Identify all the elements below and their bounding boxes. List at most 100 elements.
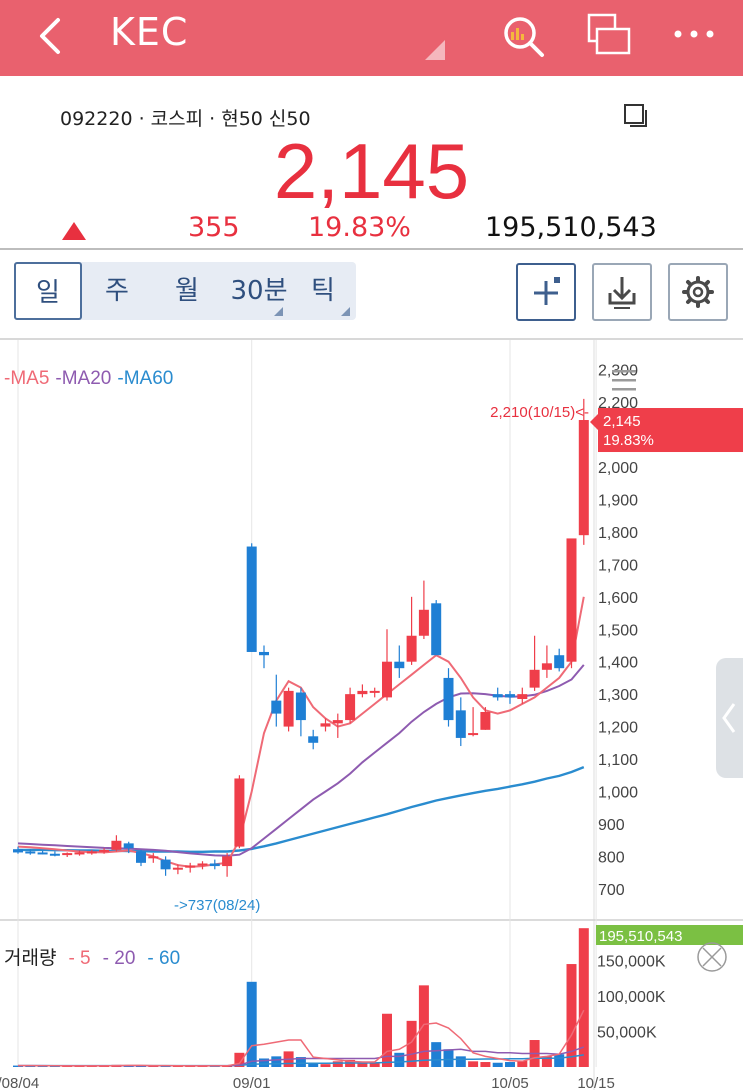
high-annotation: 2,210(10/15)<- bbox=[490, 404, 589, 421]
download-button[interactable] bbox=[592, 263, 652, 321]
current-price: 2,145 bbox=[273, 127, 470, 215]
volume-bar bbox=[369, 1063, 380, 1067]
gear-icon bbox=[682, 276, 714, 308]
chart-area[interactable]: 700 800 900 1,000 1,100 1,200 1,300 1,400 1,500 1… bbox=[0, 338, 743, 1090]
candle-body bbox=[406, 635, 417, 662]
candle-body bbox=[480, 711, 491, 730]
candle-body bbox=[431, 603, 442, 656]
y-tick-label: 1,400 bbox=[598, 655, 638, 672]
more-dots-icon[interactable] bbox=[672, 24, 716, 44]
candle-body bbox=[505, 694, 515, 698]
y-tick-label: 1,500 bbox=[598, 622, 638, 639]
legend-ma5: -MA5 bbox=[4, 368, 49, 389]
candle-body bbox=[320, 723, 331, 727]
candle-body bbox=[357, 690, 368, 695]
candle-body bbox=[172, 867, 183, 870]
dropdown-corner-icon bbox=[274, 307, 283, 316]
ma-legend: -MA5 -MA20 -MA60 bbox=[4, 368, 173, 389]
volume-legend-v20: - 20 bbox=[103, 948, 136, 969]
candle-body bbox=[295, 692, 306, 721]
volume-bar bbox=[308, 1063, 319, 1067]
volume-bar bbox=[246, 981, 257, 1067]
volume-bar bbox=[320, 1064, 331, 1067]
y-tick-label: 1,700 bbox=[598, 557, 638, 574]
y-tick-label: 1,800 bbox=[598, 525, 638, 542]
tab-weekly[interactable]: 주 bbox=[86, 262, 148, 320]
stock-chart[interactable]: 700 800 900 1,000 1,100 1,200 1,300 1,400 1,500 1… bbox=[0, 340, 743, 1090]
low-annotation: ->737(08/24) bbox=[174, 897, 260, 914]
candle-body bbox=[394, 661, 405, 669]
candle-body bbox=[209, 863, 220, 867]
volume-tick-label: 100,000K bbox=[597, 989, 666, 1006]
candle-body bbox=[148, 856, 159, 859]
tab-30min[interactable]: 30분 bbox=[220, 262, 298, 320]
candle-body bbox=[468, 733, 479, 736]
y-tick-label: 800 bbox=[598, 849, 625, 866]
candle-body bbox=[185, 865, 196, 868]
y-tick-label: 1,000 bbox=[598, 784, 638, 801]
volume-bar bbox=[382, 1013, 392, 1067]
menu-icon bbox=[612, 388, 636, 391]
divider bbox=[0, 248, 743, 250]
menu-icon bbox=[612, 379, 636, 382]
current-volume-label: 195,510,543 bbox=[599, 928, 682, 945]
volume-bar bbox=[505, 1062, 515, 1067]
volume-legend-v60: - 60 bbox=[147, 948, 180, 969]
candle-body bbox=[455, 710, 466, 738]
volume-bar bbox=[443, 1049, 454, 1067]
volume-bar bbox=[271, 1056, 282, 1067]
candle-body bbox=[136, 851, 146, 863]
volume-tick-label: 150,000K bbox=[597, 954, 666, 971]
candle-body bbox=[123, 843, 134, 849]
windows-icon[interactable] bbox=[584, 12, 634, 62]
candle-body bbox=[578, 420, 589, 536]
candle-body bbox=[566, 538, 577, 662]
stock-selector-corner-icon[interactable] bbox=[425, 40, 445, 60]
candle-body bbox=[62, 853, 73, 856]
candle-body bbox=[517, 694, 528, 700]
stock-name[interactable]: KEC bbox=[110, 10, 188, 54]
volume-bar bbox=[554, 1054, 565, 1067]
trading-volume: 195,510,543 bbox=[485, 212, 657, 243]
volume-legend-title: 거래량 bbox=[4, 947, 56, 969]
crosshair-button[interactable] bbox=[516, 263, 576, 321]
candle-body bbox=[345, 694, 356, 721]
search-icon[interactable] bbox=[498, 12, 548, 62]
current-pct-label: 19.83% bbox=[603, 432, 654, 449]
volume-bar bbox=[492, 1062, 503, 1067]
candle-body bbox=[13, 849, 23, 853]
candle-body bbox=[111, 840, 122, 850]
settings-button[interactable] bbox=[668, 263, 728, 321]
tab-monthly[interactable]: 월 bbox=[156, 262, 218, 320]
download-icon bbox=[608, 277, 636, 309]
y-tick-label: 1,200 bbox=[598, 720, 638, 737]
y-tick-label: 900 bbox=[598, 817, 625, 834]
y-tick-label: 700 bbox=[598, 882, 625, 899]
candle-body bbox=[369, 690, 380, 693]
candle-body bbox=[554, 655, 565, 669]
candle-body bbox=[160, 859, 171, 870]
volume-bar bbox=[332, 1061, 343, 1067]
up-triangle-icon bbox=[62, 222, 86, 240]
chevron-left-icon[interactable] bbox=[34, 16, 74, 56]
legend-ma20: -MA20 bbox=[55, 368, 111, 389]
candle-body bbox=[332, 720, 343, 724]
candle-body bbox=[197, 863, 208, 866]
side-panel-handle[interactable] bbox=[716, 658, 743, 778]
menu-icon bbox=[612, 370, 636, 373]
volume-bar bbox=[418, 985, 429, 1067]
candle-body bbox=[283, 690, 294, 727]
chevron-left-icon bbox=[722, 703, 736, 733]
volume-bar bbox=[394, 1052, 405, 1067]
y-tick-label: 1,300 bbox=[598, 687, 638, 704]
candle-body bbox=[308, 736, 319, 743]
volume-legend: 거래량 - 5 - 20 - 60 bbox=[4, 947, 180, 969]
candle-body bbox=[492, 694, 503, 698]
tab-daily[interactable]: 일 bbox=[14, 262, 82, 320]
volume-bar bbox=[578, 928, 589, 1067]
candle-body bbox=[382, 661, 392, 698]
dropdown-corner-icon bbox=[341, 307, 350, 316]
candle-body bbox=[86, 851, 97, 854]
crosshair-icon bbox=[534, 277, 560, 305]
volume-tick-label: 50,000K bbox=[597, 1025, 657, 1042]
